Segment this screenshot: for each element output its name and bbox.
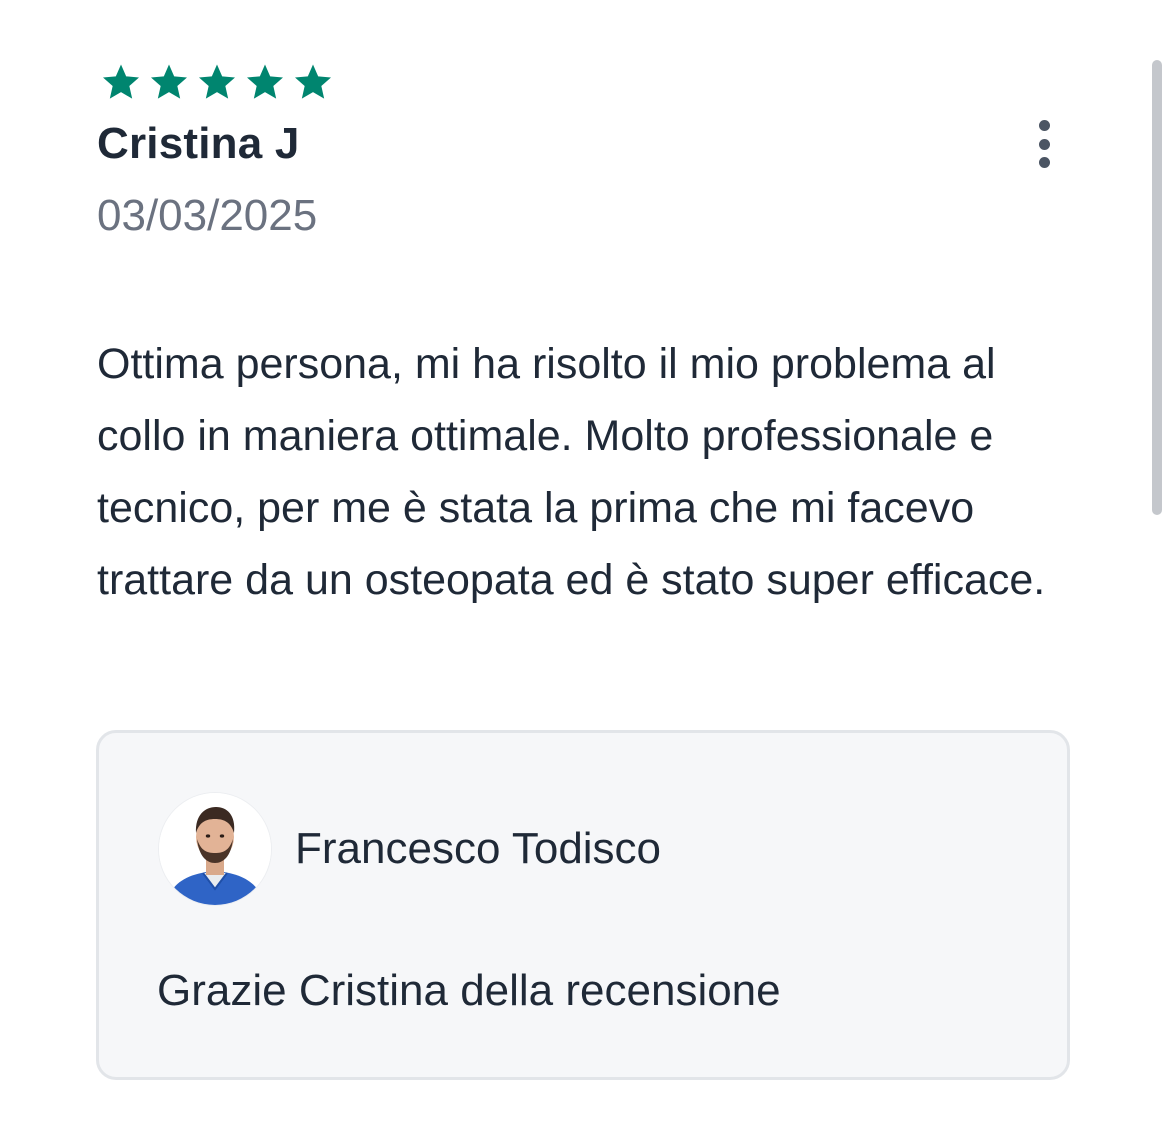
- scrollbar[interactable]: [1152, 60, 1162, 515]
- more-vertical-icon: [1038, 157, 1050, 168]
- avatar: [159, 793, 271, 905]
- star-icon: [100, 62, 142, 102]
- reply-author: Francesco Todisco: [295, 824, 662, 873]
- star-icon: [292, 62, 334, 102]
- review-date: 03/03/2025: [97, 191, 318, 240]
- review-author: Cristina J: [97, 119, 300, 168]
- review-text: Ottima persona, mi ha risolto il mio pro…: [97, 340, 1046, 604]
- more-options-button[interactable]: [1030, 120, 1058, 168]
- star-icon: [196, 62, 238, 102]
- star-rating: [100, 62, 1074, 102]
- reply-text: Grazie Cristina della recensione: [157, 966, 781, 1015]
- star-icon: [244, 62, 286, 102]
- reply-header: Francesco Todisco: [159, 793, 661, 905]
- more-vertical-icon: [1038, 138, 1050, 150]
- star-icon: [148, 62, 190, 102]
- more-vertical-icon: [1038, 120, 1050, 131]
- review-card: Cristina J 03/03/2025 Ottima persona, mi…: [97, 62, 1074, 616]
- owner-reply: Francesco Todisco Grazie Cristina della …: [96, 730, 1070, 1080]
